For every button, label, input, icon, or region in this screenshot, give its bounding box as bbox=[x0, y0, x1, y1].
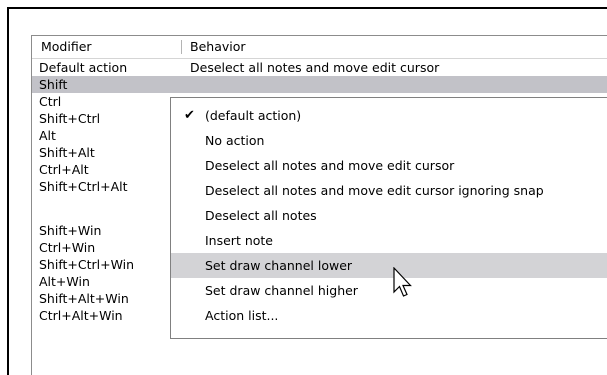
row-modifier: Shift+Ctrl+Alt bbox=[39, 179, 128, 194]
column-header-modifier[interactable]: Modifier bbox=[41, 36, 176, 58]
menu-item-no-action[interactable]: No action bbox=[171, 128, 607, 153]
mouse-pointer-icon bbox=[393, 267, 412, 297]
menu-item-label: Insert note bbox=[205, 233, 273, 248]
row-modifier: Shift+Ctrl+Win bbox=[39, 257, 135, 272]
row-modifier: Alt bbox=[39, 128, 56, 143]
row-modifier: Default action bbox=[39, 60, 128, 75]
row-modifier: Ctrl+Win bbox=[39, 240, 96, 255]
row-modifier: Shift+Win bbox=[39, 223, 102, 238]
menu-item-label: Deselect all notes and move edit cursor … bbox=[205, 183, 544, 198]
menu-item-deselect-move-cursor-ignore-snap[interactable]: Deselect all notes and move edit cursor … bbox=[171, 178, 607, 203]
menu-item-default-action[interactable]: ✔ (default action) bbox=[171, 103, 607, 128]
menu-item-label: Deselect all notes and move edit cursor bbox=[205, 158, 455, 173]
column-divider[interactable] bbox=[181, 40, 182, 54]
row-modifier: Shift+Alt+Win bbox=[39, 291, 129, 306]
row-modifier: Shift+Ctrl bbox=[39, 111, 101, 126]
list-header: Modifier Behavior bbox=[32, 36, 607, 59]
list-row-default[interactable]: Default action Deselect all notes and mo… bbox=[32, 59, 607, 76]
list-row-shift[interactable]: Shift bbox=[32, 76, 607, 93]
menu-item-label: Deselect all notes bbox=[205, 208, 317, 223]
menu-item-label: (default action) bbox=[205, 108, 302, 123]
column-header-behavior[interactable]: Behavior bbox=[190, 36, 590, 58]
menu-item-deselect-move-cursor[interactable]: Deselect all notes and move edit cursor bbox=[171, 153, 607, 178]
row-modifier: Alt+Win bbox=[39, 274, 90, 289]
menu-item-label: Set draw channel lower bbox=[205, 258, 353, 273]
behavior-dropdown-menu: ✔ (default action) No action Deselect al… bbox=[170, 97, 607, 339]
menu-item-draw-channel-higher[interactable]: Set draw channel higher bbox=[171, 278, 607, 303]
row-modifier: Ctrl bbox=[39, 94, 62, 109]
menu-item-label: Set draw channel higher bbox=[205, 283, 358, 298]
menu-item-label: No action bbox=[205, 133, 265, 148]
menu-item-label: Action list... bbox=[205, 308, 279, 323]
checkmark-icon: ✔ bbox=[184, 108, 195, 123]
row-behavior: Deselect all notes and move edit cursor bbox=[190, 60, 440, 75]
row-modifier: Shift bbox=[39, 77, 68, 92]
menu-item-insert-note[interactable]: Insert note bbox=[171, 228, 607, 253]
row-modifier: Ctrl+Alt bbox=[39, 162, 89, 177]
row-modifier: Ctrl+Alt+Win bbox=[39, 308, 123, 323]
menu-item-action-list[interactable]: Action list... bbox=[171, 303, 607, 328]
menu-item-deselect-all[interactable]: Deselect all notes bbox=[171, 203, 607, 228]
row-modifier: Shift+Alt bbox=[39, 145, 95, 160]
menu-item-draw-channel-lower[interactable]: Set draw channel lower bbox=[171, 253, 607, 278]
